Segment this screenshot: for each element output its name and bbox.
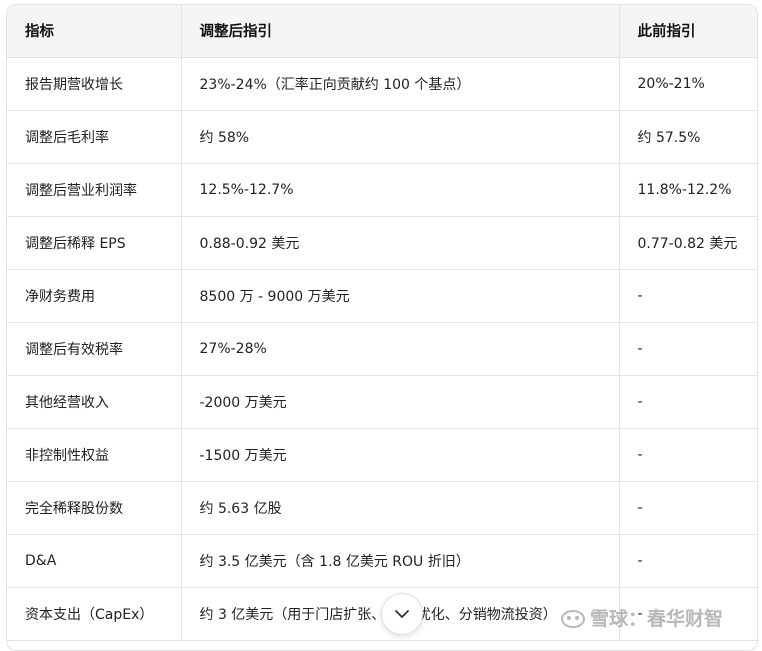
- table-row: 调整后有效税率 27%-28% -: [7, 322, 757, 376]
- cell-previous: -: [619, 375, 757, 429]
- header-previous-guidance: 此前指引: [619, 5, 757, 58]
- table-row: 调整后稀释 EPS 0.88-0.92 美元 0.77-0.82 美元: [7, 216, 757, 270]
- cell-adjusted: -2000 万美元: [181, 375, 620, 429]
- cell-previous: -: [619, 481, 757, 535]
- cell-metric: 资本支出（CapEx）: [7, 587, 182, 641]
- cell-adjusted: 8500 万 - 9000 万美元: [181, 269, 620, 323]
- table-row: 非控制性权益 -1500 万美元 -: [7, 428, 757, 482]
- cell-metric: D&A: [7, 534, 182, 588]
- guidance-table: 指标 调整后指引 此前指引 报告期营收增长 23%-24%（汇率正向贡献约 10…: [7, 5, 757, 641]
- cell-metric: 非控制性权益: [7, 428, 182, 482]
- table-row: 其他经营收入 -2000 万美元 -: [7, 375, 757, 429]
- table-header-row: 指标 调整后指引 此前指引: [7, 5, 757, 58]
- cell-metric: 报告期营收增长: [7, 57, 182, 111]
- cell-previous: -: [619, 428, 757, 482]
- chevron-down-icon: [395, 610, 409, 618]
- cell-adjusted: -1500 万美元: [181, 428, 620, 482]
- cell-metric: 调整后营业利润率: [7, 163, 182, 217]
- cell-adjusted: 0.88-0.92 美元: [181, 216, 620, 270]
- header-metric: 指标: [7, 5, 182, 58]
- cell-previous: -: [619, 269, 757, 323]
- cell-previous: 20%-21%: [619, 57, 757, 111]
- snowball-logo-icon: [561, 609, 585, 628]
- cell-adjusted: 约 58%: [181, 110, 620, 164]
- cell-metric: 净财务费用: [7, 269, 182, 323]
- cell-metric: 完全稀释股份数: [7, 481, 182, 535]
- cell-previous: -: [619, 322, 757, 376]
- table-row: 完全稀释股份数 约 5.63 亿股 -: [7, 481, 757, 535]
- cell-metric: 调整后毛利率: [7, 110, 182, 164]
- cell-previous: 11.8%-12.2%: [619, 163, 757, 217]
- cell-adjusted: 约 5.63 亿股: [181, 481, 620, 535]
- table-row: 报告期营收增长 23%-24%（汇率正向贡献约 100 个基点） 20%-21%: [7, 57, 757, 111]
- header-adjusted-guidance: 调整后指引: [181, 5, 620, 58]
- scroll-down-button[interactable]: [381, 593, 423, 635]
- table-row: D&A 约 3.5 亿美元（含 1.8 亿美元 ROU 折旧） -: [7, 534, 757, 588]
- cell-previous: 0.77-0.82 美元: [619, 216, 757, 270]
- cell-previous: 约 57.5%: [619, 110, 757, 164]
- cell-adjusted: 27%-28%: [181, 322, 620, 376]
- cell-adjusted: 23%-24%（汇率正向贡献约 100 个基点）: [181, 57, 620, 111]
- cell-previous: -: [619, 534, 757, 588]
- watermark: 雪球：春华财智: [560, 604, 723, 631]
- table-row: 调整后营业利润率 12.5%-12.7% 11.8%-12.2%: [7, 163, 757, 217]
- cell-metric: 其他经营收入: [7, 375, 182, 429]
- guidance-table-container: 指标 调整后指引 此前指引 报告期营收增长 23%-24%（汇率正向贡献约 10…: [6, 4, 758, 651]
- watermark-text: 雪球：春华财智: [590, 608, 724, 630]
- cell-metric: 调整后有效税率: [7, 322, 182, 376]
- cell-adjusted: 12.5%-12.7%: [181, 163, 620, 217]
- cell-adjusted: 约 3.5 亿美元（含 1.8 亿美元 ROU 折旧）: [181, 534, 620, 588]
- table-row: 调整后毛利率 约 58% 约 57.5%: [7, 110, 757, 164]
- table-row: 净财务费用 8500 万 - 9000 万美元 -: [7, 269, 757, 323]
- cell-metric: 调整后稀释 EPS: [7, 216, 182, 270]
